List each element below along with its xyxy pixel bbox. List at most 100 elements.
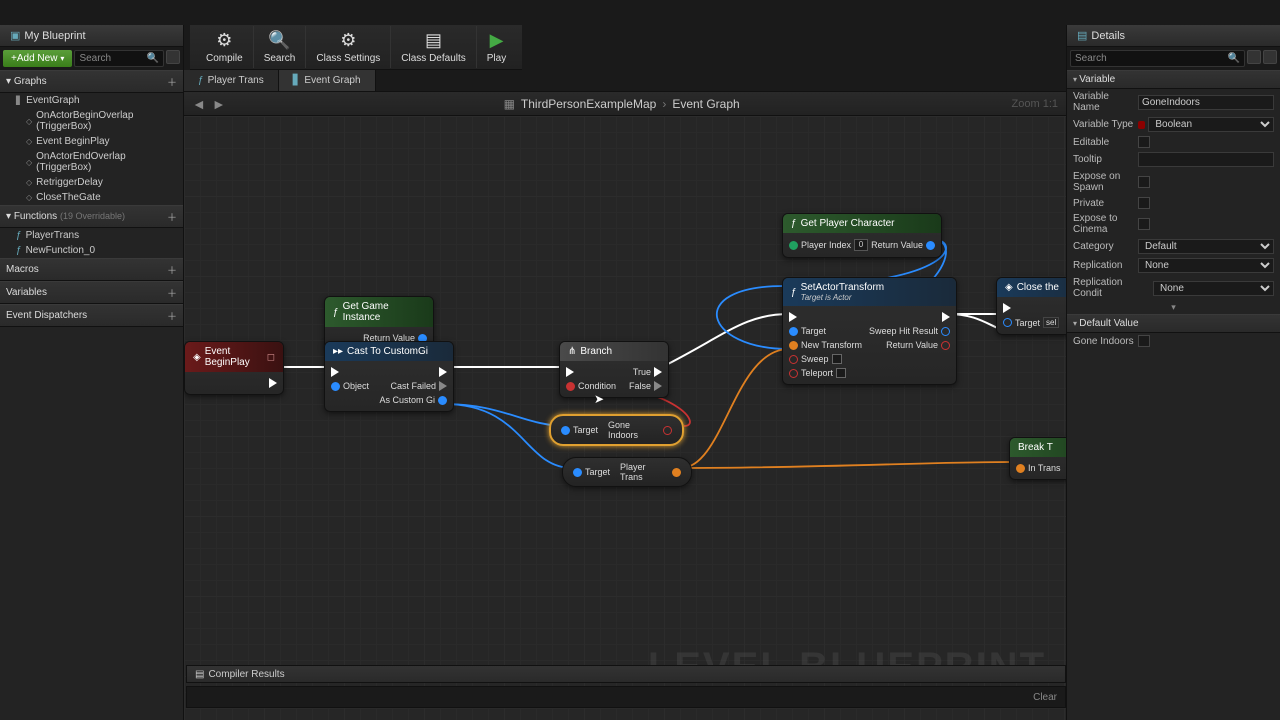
tree-onendoverlap[interactable]: ◇OnActorEndOverlap (TriggerBox) xyxy=(0,149,183,175)
category-eventdispatchers[interactable]: Event Dispatchers＋ xyxy=(0,304,183,327)
pin-teleport[interactable] xyxy=(789,369,798,378)
eye-icon[interactable] xyxy=(1263,50,1277,64)
compile-button[interactable]: ⚙Compile xyxy=(196,26,254,68)
playerindex-input[interactable]: 0 xyxy=(854,239,868,251)
clear-button[interactable]: Clear xyxy=(1033,692,1057,703)
exec-in-pin[interactable] xyxy=(1003,303,1011,313)
exposecinema-checkbox[interactable] xyxy=(1138,218,1150,230)
pin-newtransform[interactable] xyxy=(789,341,798,350)
sweep-checkbox[interactable] xyxy=(832,354,842,364)
replication-select[interactable]: None xyxy=(1138,258,1274,273)
tree-onbeginoverlap[interactable]: ◇OnActorBeginOverlap (TriggerBox) xyxy=(0,108,183,134)
graph-canvas[interactable]: ƒGet Game Instance Return Value ◈Event B… xyxy=(184,116,1066,720)
teleport-checkbox[interactable] xyxy=(836,368,846,378)
exec-in-pin[interactable] xyxy=(331,367,339,377)
pin-castfailed[interactable]: Cast Failed xyxy=(390,381,436,391)
expand-button[interactable]: ▾ xyxy=(1067,301,1280,314)
add-new-button[interactable]: + Add New xyxy=(3,50,72,67)
graph-icon: ▋ xyxy=(293,75,301,86)
pin-object[interactable] xyxy=(331,382,340,391)
goneindoors-checkbox[interactable] xyxy=(1138,335,1150,347)
category-graphs[interactable]: ▾ Graphs＋ xyxy=(0,70,183,93)
pin-true[interactable]: True xyxy=(633,367,651,377)
nav-back-button[interactable]: ◄ xyxy=(192,96,206,112)
play-button[interactable]: ▶Play xyxy=(477,26,516,68)
tree-closethegate[interactable]: ◇CloseTheGate xyxy=(0,190,183,205)
pin-goneindoors[interactable]: Gone Indoors xyxy=(608,420,660,440)
replicationcond-select[interactable]: None xyxy=(1153,281,1274,296)
matrix-icon[interactable] xyxy=(1247,50,1261,64)
tree-eventbeginplay[interactable]: ◇Event BeginPlay xyxy=(0,134,183,149)
class-settings-button[interactable]: ⚙Class Settings xyxy=(306,26,391,68)
prop-category-label: Category xyxy=(1073,241,1138,252)
pin-target[interactable] xyxy=(789,327,798,336)
pin-playerindex[interactable] xyxy=(789,241,798,250)
section-variable[interactable]: Variable xyxy=(1067,70,1280,89)
private-checkbox[interactable] xyxy=(1138,197,1150,209)
pin-false[interactable]: False xyxy=(629,381,651,391)
tab-eventgraph[interactable]: ▋Event Graph xyxy=(279,70,376,91)
tree-retriggerdelay[interactable]: ◇RetriggerDelay xyxy=(0,175,183,190)
node-player-trans-variable[interactable]: Target Player Trans xyxy=(562,457,692,487)
node-title: Break T xyxy=(1018,442,1053,453)
add-graph-button[interactable]: ＋ xyxy=(167,74,177,89)
prop-goneindoors-label: Gone Indoors xyxy=(1073,336,1138,347)
category-variables[interactable]: Variables＋ xyxy=(0,281,183,304)
compiler-results-tab[interactable]: ▤Compiler Results xyxy=(186,665,1066,683)
breadcrumb-map[interactable]: ThirdPersonExampleMap xyxy=(521,97,656,111)
node-set-actor-transform[interactable]: ƒSetActorTransformTarget is Actor Target… xyxy=(782,277,957,385)
exec-out-pin[interactable] xyxy=(942,312,950,322)
add-function-button[interactable]: ＋ xyxy=(167,209,177,224)
settings-icon[interactable] xyxy=(166,50,180,64)
pin-returnvalue[interactable]: Return Value xyxy=(886,340,938,350)
node-break-transform[interactable]: Break T In Trans xyxy=(1009,437,1066,480)
pin-target[interactable] xyxy=(1003,318,1012,327)
add-macro-button[interactable]: ＋ xyxy=(167,262,177,277)
node-cast-to-customgi[interactable]: ▸▸Cast To CustomGi ObjectCast Failed As … xyxy=(324,341,454,412)
pin-ascustomgi[interactable]: As Custom Gi xyxy=(379,395,435,405)
compile-icon: ⚙ xyxy=(216,30,232,51)
add-dispatcher-button[interactable]: ＋ xyxy=(167,308,177,323)
class-defaults-button[interactable]: ▤Class Defaults xyxy=(391,26,476,68)
tooltip-input[interactable] xyxy=(1138,152,1274,167)
blueprint-icon: ▣ xyxy=(10,29,20,42)
exposespawn-checkbox[interactable] xyxy=(1138,176,1150,188)
pin-sweephit[interactable]: Sweep Hit Result xyxy=(869,326,938,336)
pin-target[interactable] xyxy=(561,426,570,435)
pin-sweep[interactable] xyxy=(789,355,798,364)
exec-in-pin[interactable] xyxy=(789,312,797,322)
add-variable-button[interactable]: ＋ xyxy=(167,285,177,300)
search-button[interactable]: 🔍Search xyxy=(254,26,307,68)
pin-playertrans[interactable]: Player Trans xyxy=(620,462,669,482)
pin-intrans[interactable] xyxy=(1016,464,1025,473)
tree-newfunction[interactable]: ƒNewFunction_0 xyxy=(0,243,183,258)
my-blueprint-tab[interactable]: ▣My Blueprint xyxy=(0,25,183,47)
category-macros[interactable]: Macros＋ xyxy=(0,258,183,281)
category-functions[interactable]: ▾ Functions (19 Overridable)＋ xyxy=(0,205,183,228)
breadcrumb-graph[interactable]: Event Graph xyxy=(672,97,739,111)
event-icon: ◈ xyxy=(1005,282,1013,293)
details-tab[interactable]: ▤Details xyxy=(1067,25,1280,47)
category-select[interactable]: Default xyxy=(1138,239,1274,254)
nav-forward-button[interactable]: ► xyxy=(212,96,226,112)
pin-target[interactable] xyxy=(573,468,582,477)
tree-eventgraph[interactable]: ▋EventGraph xyxy=(0,93,183,108)
exec-out-pin[interactable] xyxy=(269,378,277,388)
pin-returnvalue[interactable]: Return Value xyxy=(871,240,923,250)
pin-condition[interactable] xyxy=(566,382,575,391)
exec-in-pin[interactable] xyxy=(566,367,574,377)
section-defaultvalue[interactable]: Default Value xyxy=(1067,314,1280,333)
exec-out-pin[interactable] xyxy=(439,367,447,377)
node-event-beginplay[interactable]: ◈Event BeginPlay◻ xyxy=(184,341,284,395)
details-search-input[interactable]: Search🔍 xyxy=(1070,50,1245,67)
node-gone-indoors-variable[interactable]: Target Gone Indoors xyxy=(549,414,684,446)
node-get-player-character[interactable]: ƒGet Player Character Player Index 0Retu… xyxy=(782,213,942,258)
variable-type-select[interactable]: Boolean xyxy=(1148,117,1274,132)
variable-name-input[interactable] xyxy=(1138,95,1274,110)
editable-checkbox[interactable] xyxy=(1138,136,1150,148)
blueprint-search-input[interactable]: Search🔍 xyxy=(74,50,164,67)
tree-playertrans[interactable]: ƒPlayerTrans xyxy=(0,228,183,243)
node-close-gate[interactable]: ◈Close the Target sel xyxy=(996,277,1066,335)
tab-playertrans[interactable]: ƒPlayer Trans xyxy=(184,70,279,91)
node-branch[interactable]: ⋔Branch True ConditionFalse xyxy=(559,341,669,398)
